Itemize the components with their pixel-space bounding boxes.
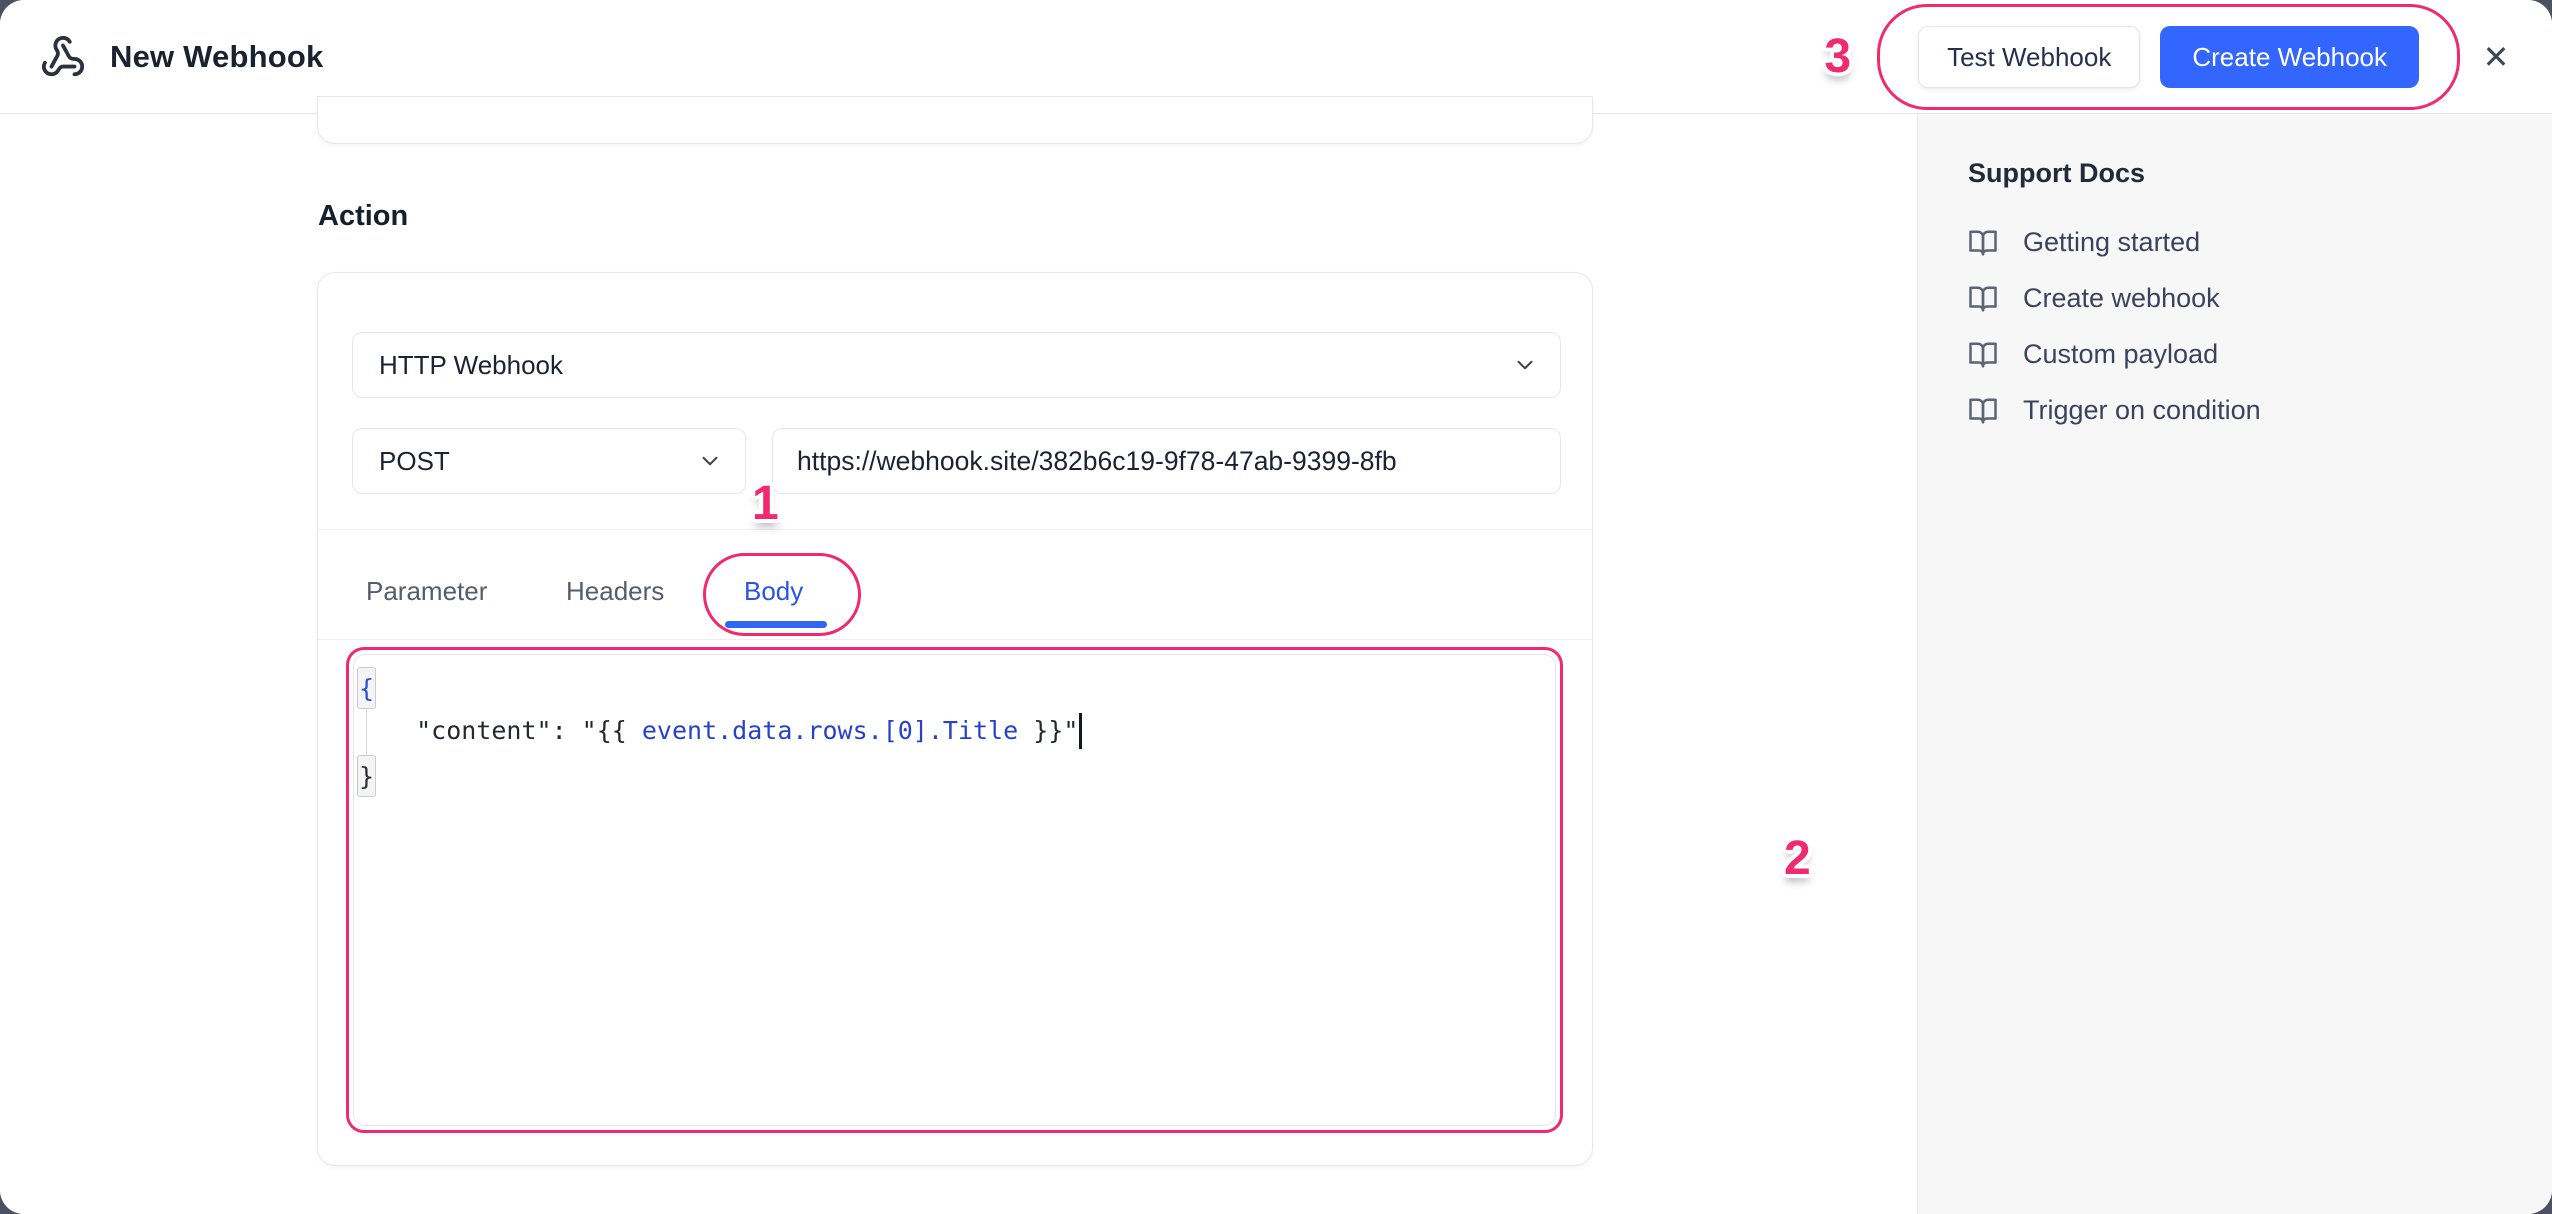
sidebar-title: Support Docs [1968,158,2552,189]
http-method-value: POST [379,446,450,477]
annotation-step-1: 1 [752,480,779,528]
fold-marker-open-brace[interactable]: { [357,667,376,709]
book-open-icon [1968,396,1998,426]
code-template-expression: event.data.rows.[0].Title [642,716,1018,745]
code-json-suffix: }}" [1018,716,1078,745]
support-docs-sidebar: Support Docs Getting started Create webh… [1917,114,2552,1214]
doc-link-label: Create webhook [2023,283,2220,314]
doc-link-label: Custom payload [2023,339,2218,370]
annotation-box-body-editor: { } "content": "{{ event.data.rows.[0].T… [346,647,1563,1133]
annotation-step-3: 3 [1824,33,1851,81]
tab-headers[interactable]: Headers [566,576,664,607]
doc-link-create-webhook[interactable]: Create webhook [1968,283,2552,314]
tab-parameter[interactable]: Parameter [366,576,487,607]
create-webhook-button[interactable]: Create Webhook [2160,26,2419,88]
scrolled-card-remnant [317,96,1593,144]
book-open-icon [1968,228,1998,258]
new-webhook-modal: New Webhook 3 Test Webhook Create Webhoo… [0,0,2552,1214]
header-actions: 3 Test Webhook Create Webhook ✕ [1824,0,2518,114]
text-cursor [1079,713,1082,749]
doc-link-getting-started[interactable]: Getting started [1968,227,2552,258]
doc-link-custom-payload[interactable]: Custom payload [1968,339,2552,370]
divider [318,639,1592,640]
action-card: HTTP Webhook POST Parameter Headers Body [317,272,1593,1166]
main-panel: Action HTTP Webhook POST Parameter Heade… [0,114,1917,1214]
active-tab-underline [725,621,827,628]
page-title: New Webhook [110,39,323,75]
http-method-select[interactable]: POST [352,428,746,494]
doc-link-trigger-on-condition[interactable]: Trigger on condition [1968,395,2552,426]
tab-body[interactable]: Body [744,576,803,607]
chevron-down-icon [697,448,723,474]
divider [318,529,1592,530]
doc-link-label: Getting started [2023,227,2200,258]
book-open-icon [1968,340,1998,370]
webhook-type-value: HTTP Webhook [379,350,563,381]
fold-marker-close-brace[interactable]: } [357,755,376,797]
body-code-editor[interactable]: { } "content": "{{ event.data.rows.[0].T… [353,654,1556,1126]
modal-content: Action HTTP Webhook POST Parameter Heade… [0,114,2552,1214]
code-json-prefix: "content": "{{ [386,716,642,745]
annotation-step-2: 2 [1784,835,1811,883]
code-line-content: "content": "{{ event.data.rows.[0].Title… [386,708,1082,753]
annotation-highlight-box: Test Webhook Create Webhook [1877,4,2460,110]
test-webhook-button[interactable]: Test Webhook [1918,26,2140,88]
close-icon[interactable]: ✕ [2474,35,2518,79]
webhook-icon [40,34,86,80]
action-section-heading: Action [318,200,408,233]
chevron-down-icon [1512,352,1538,378]
webhook-url-input[interactable] [772,428,1561,494]
book-open-icon [1968,284,1998,314]
doc-link-label: Trigger on condition [2023,395,2261,426]
webhook-type-select[interactable]: HTTP Webhook [352,332,1561,398]
